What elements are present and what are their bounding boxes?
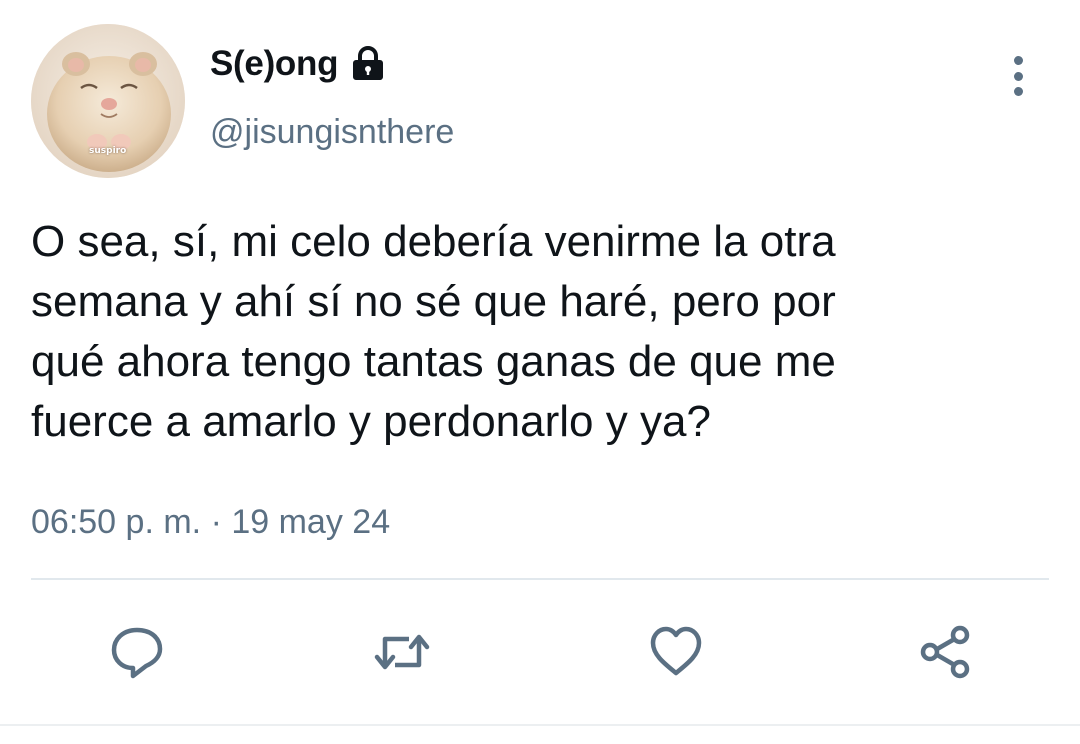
more-vertical-icon-dot [1013,71,1023,81]
lock-icon [353,46,384,80]
more-options-button[interactable] [998,54,1038,98]
bottom-divider [0,724,1080,726]
meta-separator: · [210,503,222,541]
avatar-caption: suspiro [89,146,127,156]
divider [31,578,1049,580]
more-vertical-icon-dot [1013,87,1023,96]
tweet-card: suspiro S(e)ong @jisungisnthere O sea, s… [0,0,1080,744]
share-button[interactable] [913,620,977,684]
tweet-date: 19 may 24 [231,503,391,541]
tweet-text-line: qué ahora tengo tantas ganas de que me [31,337,836,386]
retweet-button[interactable] [370,620,434,684]
tweet-text-line: semana y ahí sí no sé que haré, pero por [31,277,836,326]
user-handle[interactable]: @jisungisnthere [210,113,454,152]
action-bar [0,620,1080,684]
more-vertical-icon [1013,56,1023,65]
heart-icon [650,626,702,676]
display-name[interactable]: S(e)ong [210,44,338,84]
name-row: S(e)ong [210,44,388,84]
share-icon [920,625,970,679]
like-button[interactable] [644,620,708,684]
tweet-text-line: O sea, sí, mi celo debería venirme la ot… [31,217,836,266]
avatar[interactable]: suspiro [31,24,185,178]
tweet-timestamp[interactable]: 06:50 p. m. · 19 may 24 [31,503,390,542]
tweet-text: O sea, sí, mi celo debería venirme la ot… [31,212,1041,452]
tweet-time: 06:50 p. m. [31,503,202,541]
retweet-icon [374,634,430,670]
tweet-text-line: fuerce a amarlo y perdonarlo y ya? [31,397,711,446]
reply-button[interactable] [105,620,169,684]
reply-icon [111,627,163,679]
